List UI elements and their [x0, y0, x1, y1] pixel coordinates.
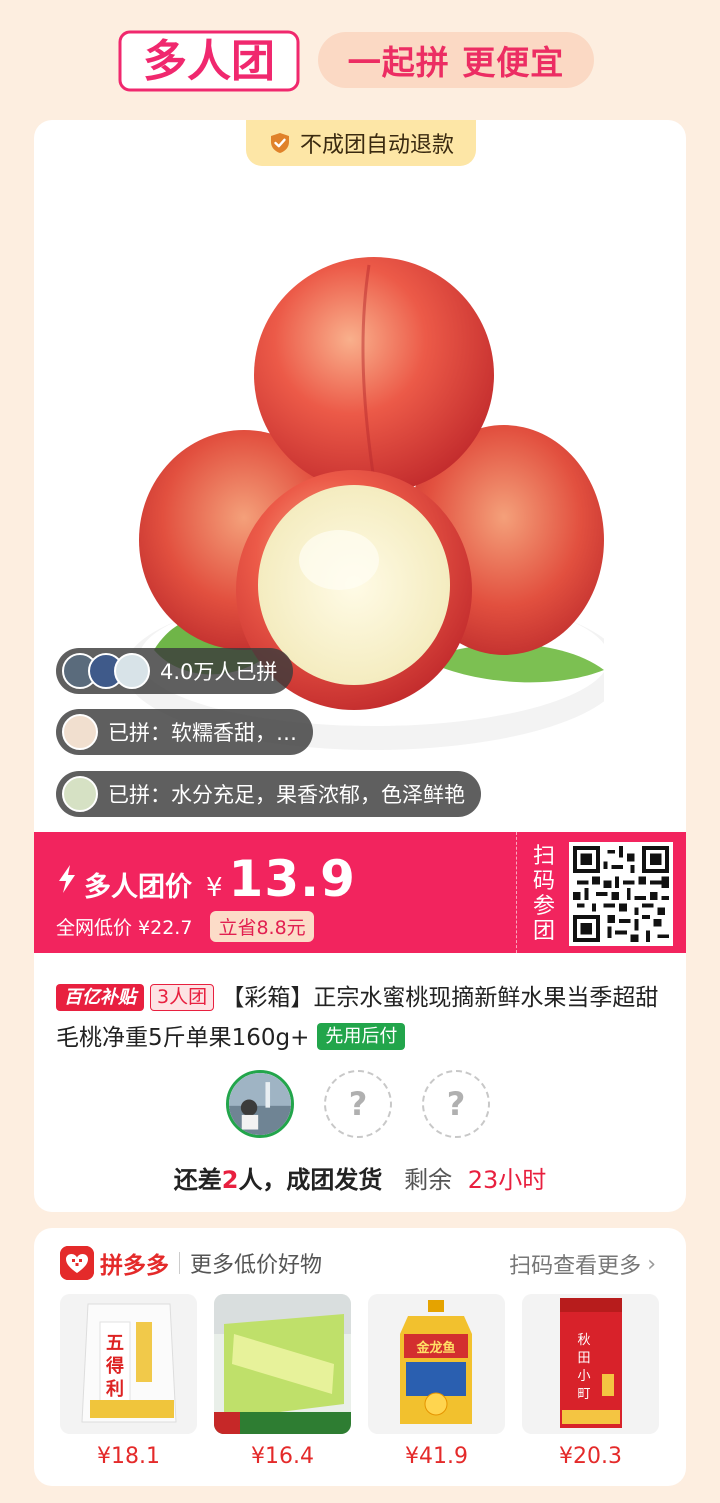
avatar-stack: [62, 653, 150, 689]
compare-price: 全网低价 ¥22.7: [56, 917, 193, 939]
brand-name: 拼多多: [100, 1253, 169, 1279]
goods-price: ¥18.1: [97, 1444, 160, 1469]
brand-row: 拼多多 更多低价好物: [60, 1246, 322, 1280]
goods-item[interactable]: 五 得 利 ¥18.1: [60, 1294, 197, 1469]
goods-price: ¥41.9: [405, 1444, 468, 1469]
subsidy-tag: 百亿补贴: [56, 984, 144, 1011]
group-members: ? ?: [226, 1070, 490, 1138]
empty-member-slot: ?: [324, 1070, 392, 1138]
currency-symbol: ¥: [206, 873, 223, 903]
tissue-pack-icon: [214, 1294, 351, 1434]
need-count: 2: [221, 1166, 239, 1194]
goods-item[interactable]: 秋 田 小 町 ¥20.3: [522, 1294, 659, 1469]
group-price-label: 多人团价: [84, 872, 192, 903]
price-banner: 多人团价 ¥ 13.9 全网低价 ¥22.7 立省8.8元 扫码参团: [34, 832, 686, 953]
chevron-right-icon: ›: [647, 1251, 656, 1277]
oil-bottle-icon: 金龙鱼: [368, 1294, 505, 1434]
svg-text:利: 利: [106, 1378, 124, 1400]
qr-label: 扫码参团: [532, 844, 555, 944]
refund-badge: 不成团自动退款: [246, 120, 476, 166]
page-header: 多人团 一起拼 更便宜: [0, 0, 720, 118]
avatar: [62, 714, 98, 750]
review-text: 已拼：水分充足，果香浓郁，色泽鲜艳: [108, 783, 465, 807]
multi-group-logo: 多人团: [118, 30, 300, 92]
more-goods-subtitle: 更多低价好物: [190, 1253, 323, 1278]
product-title: 百亿补贴 3人团 【彩箱】正宗水蜜桃现摘新鲜水果当季超甜毛桃净重5斤单果160g+…: [56, 978, 666, 1058]
group-price-value: 13.9: [228, 850, 356, 908]
svg-text:金龙鱼: 金龙鱼: [415, 1340, 455, 1356]
joined-count: 4.0万人已拼: [160, 660, 278, 684]
save-tag: 立省8.8元: [210, 911, 314, 942]
pay-later-tag: 先用后付: [317, 1023, 406, 1050]
svg-text:小: 小: [577, 1369, 590, 1384]
remain-label: 剩余: [404, 1166, 453, 1194]
svg-text:得: 得: [105, 1355, 124, 1377]
member-avatar: [226, 1070, 294, 1138]
need-suffix: 人，成团发货: [238, 1166, 383, 1194]
more-goods-card: 拼多多 更多低价好物 扫码查看更多 › 五 得 利 ¥18.1 ¥16.4 金龙…: [34, 1228, 686, 1486]
need-prefix: 还差: [173, 1166, 222, 1194]
empty-member-slot: ?: [422, 1070, 490, 1138]
group-price-row: 多人团价 ¥ 13.9: [56, 850, 356, 908]
qr-code[interactable]: [569, 842, 673, 946]
svg-text:町: 町: [577, 1387, 590, 1402]
review-pill: 已拼：软糯香甜，…: [56, 709, 313, 755]
review-text: 已拼：软糯香甜，…: [108, 721, 297, 745]
svg-text:五: 五: [106, 1333, 124, 1354]
qr-section[interactable]: 扫码参团: [516, 832, 686, 953]
group-status: 还差2人，成团发货 剩余 23小时: [34, 1160, 686, 1195]
svg-text:多人团: 多人团: [143, 36, 275, 87]
slogan-pill: 一起拼 更便宜: [318, 32, 594, 88]
goods-list: 五 得 利 ¥18.1 ¥16.4 金龙鱼 ¥41.9 秋 田 小 町 ¥20.…: [60, 1294, 659, 1469]
svg-text:秋: 秋: [577, 1333, 590, 1348]
avatar: [62, 776, 98, 812]
shield-check-icon: [270, 133, 289, 153]
goods-item[interactable]: 金龙鱼 ¥41.9: [368, 1294, 505, 1469]
svg-text:田: 田: [577, 1351, 590, 1366]
group-size-tag: 3人团: [150, 984, 215, 1011]
lightning-icon: [59, 865, 75, 893]
review-pill: 已拼：水分充足，果香浓郁，色泽鲜艳: [56, 771, 481, 817]
pinduoduo-logo-icon: [60, 1246, 94, 1280]
scan-more-link[interactable]: 扫码查看更多 ›: [509, 1248, 656, 1280]
joined-count-pill: 4.0万人已拼: [56, 648, 294, 694]
goods-item[interactable]: ¥16.4: [214, 1294, 351, 1469]
slogan-text: 一起拼 更便宜: [347, 43, 565, 82]
flour-bag-icon: 五 得 利: [60, 1294, 197, 1434]
goods-price: ¥16.4: [251, 1444, 314, 1469]
divider: [179, 1252, 180, 1274]
avatar: [114, 653, 150, 689]
rice-bag-icon: 秋 田 小 町: [522, 1294, 659, 1434]
compare-row: 全网低价 ¥22.7 立省8.8元: [56, 911, 314, 942]
goods-price: ¥20.3: [559, 1444, 622, 1469]
scan-more-text: 扫码查看更多: [509, 1254, 642, 1279]
refund-text: 不成团自动退款: [299, 133, 454, 158]
product-card: 不成团自动退款 4.0万人已拼 已拼：软糯香甜，… 已拼：水分充足，果香浓郁，色…: [34, 120, 686, 1212]
product-title-block[interactable]: 百亿补贴 3人团 【彩箱】正宗水蜜桃现摘新鲜水果当季超甜毛桃净重5斤单果160g+…: [56, 978, 666, 1058]
remain-time: 23小时: [467, 1166, 547, 1194]
